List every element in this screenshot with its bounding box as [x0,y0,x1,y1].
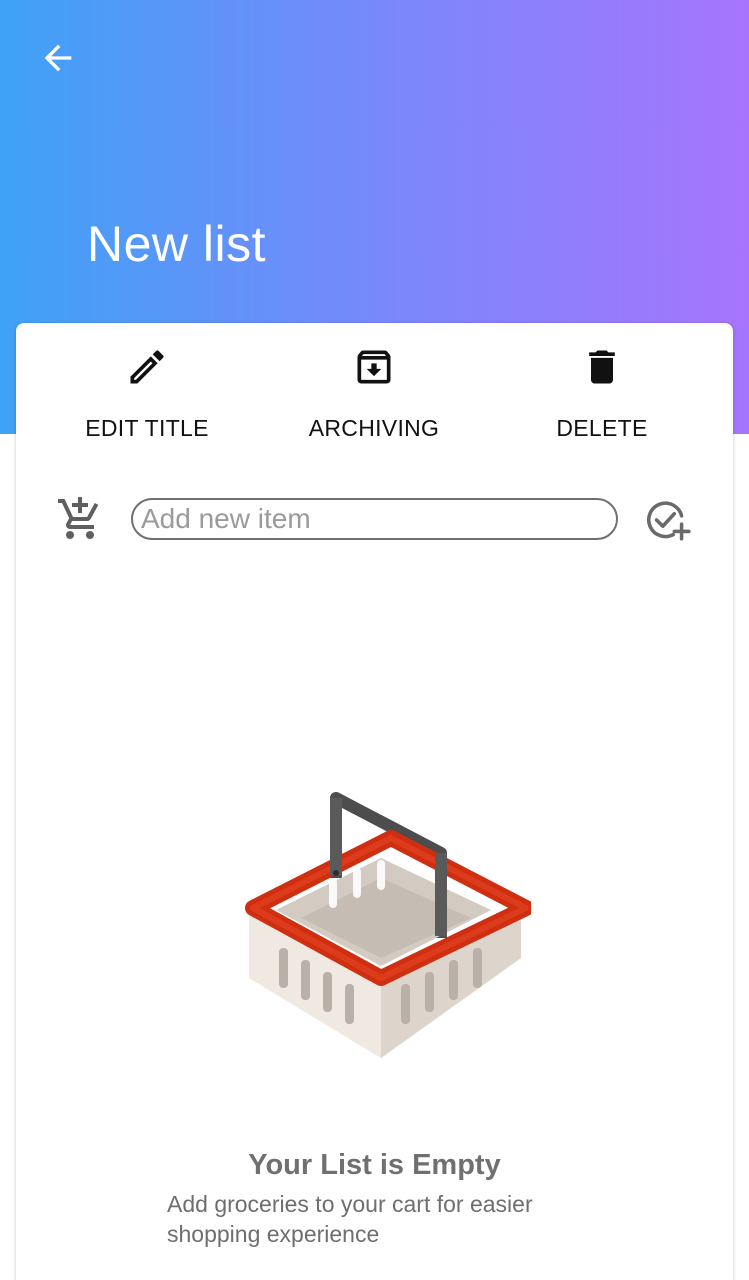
archiving-button[interactable]: ARCHIVING [274,343,474,453]
delete-label: DELETE [556,415,648,441]
edit-title-label: EDIT TITLE [85,415,209,441]
page-title: New list [87,216,267,272]
arrow-left-icon [44,44,72,72]
add-to-cart-button[interactable] [56,495,104,543]
shopping-list-screen: New list EDIT TITLE ARCHIVING DELETE Add… [0,0,749,1280]
add-item-input[interactable] [131,498,618,540]
confirm-add-button[interactable] [642,495,692,545]
archive-icon [350,343,398,391]
delete-button[interactable]: DELETE [502,343,702,453]
trash-icon [578,343,626,391]
pencil-icon [123,343,171,391]
empty-state-title: Your List is Empty [248,1149,501,1181]
list-card: EDIT TITLE ARCHIVING DELETE Add new item… [16,323,733,1280]
archiving-label: ARCHIVING [308,415,440,441]
back-button[interactable] [30,30,86,86]
add-to-cart-icon [58,497,99,539]
shopping-basket-illustration [245,792,531,1058]
edit-title-button[interactable]: EDIT TITLE [47,343,247,453]
empty-state-subtitle: Add groceries to your cart for easier sh… [167,1191,533,1247]
check-add-icon [647,501,691,541]
